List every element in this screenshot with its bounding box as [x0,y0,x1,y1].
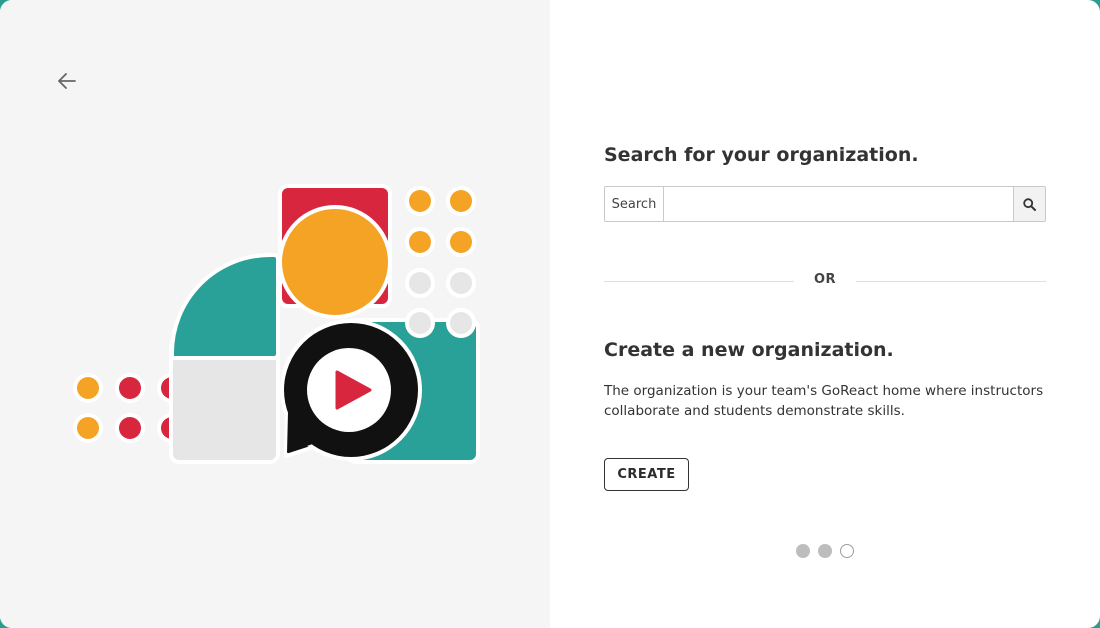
speech-bubble-play-icon [280,319,422,461]
teal-quarter-shape [170,253,280,360]
search-label: Search [605,187,664,221]
create-description: The organization is your team's GoReact … [604,383,1044,419]
create-button[interactable]: CREATE [604,458,689,491]
back-button[interactable] [52,66,82,96]
divider-line-right [856,281,1046,282]
create-heading: Create a new organization. [604,339,894,361]
magnifier-icon [1023,197,1036,211]
search-heading: Search for your organization. [604,144,919,166]
arrow-left-icon [58,73,76,89]
goreact-play-illustration [73,184,480,464]
search-input[interactable] [664,187,1013,221]
search-group: Search [604,186,1046,222]
step-pager [796,544,854,558]
step-dot-2[interactable] [818,544,832,558]
form-panel: Search for your organization. Search OR … [550,0,1100,628]
illustration-panel [0,0,550,628]
or-divider: OR [604,268,1046,294]
onboarding-card: Search for your organization. Search OR … [0,0,1100,628]
orange-circle [278,205,392,319]
step-dot-1[interactable] [796,544,810,558]
search-button[interactable] [1013,187,1045,221]
step-dot-3-current[interactable] [840,544,854,558]
or-label: OR [813,272,837,287]
right-dot-grid [405,186,476,338]
